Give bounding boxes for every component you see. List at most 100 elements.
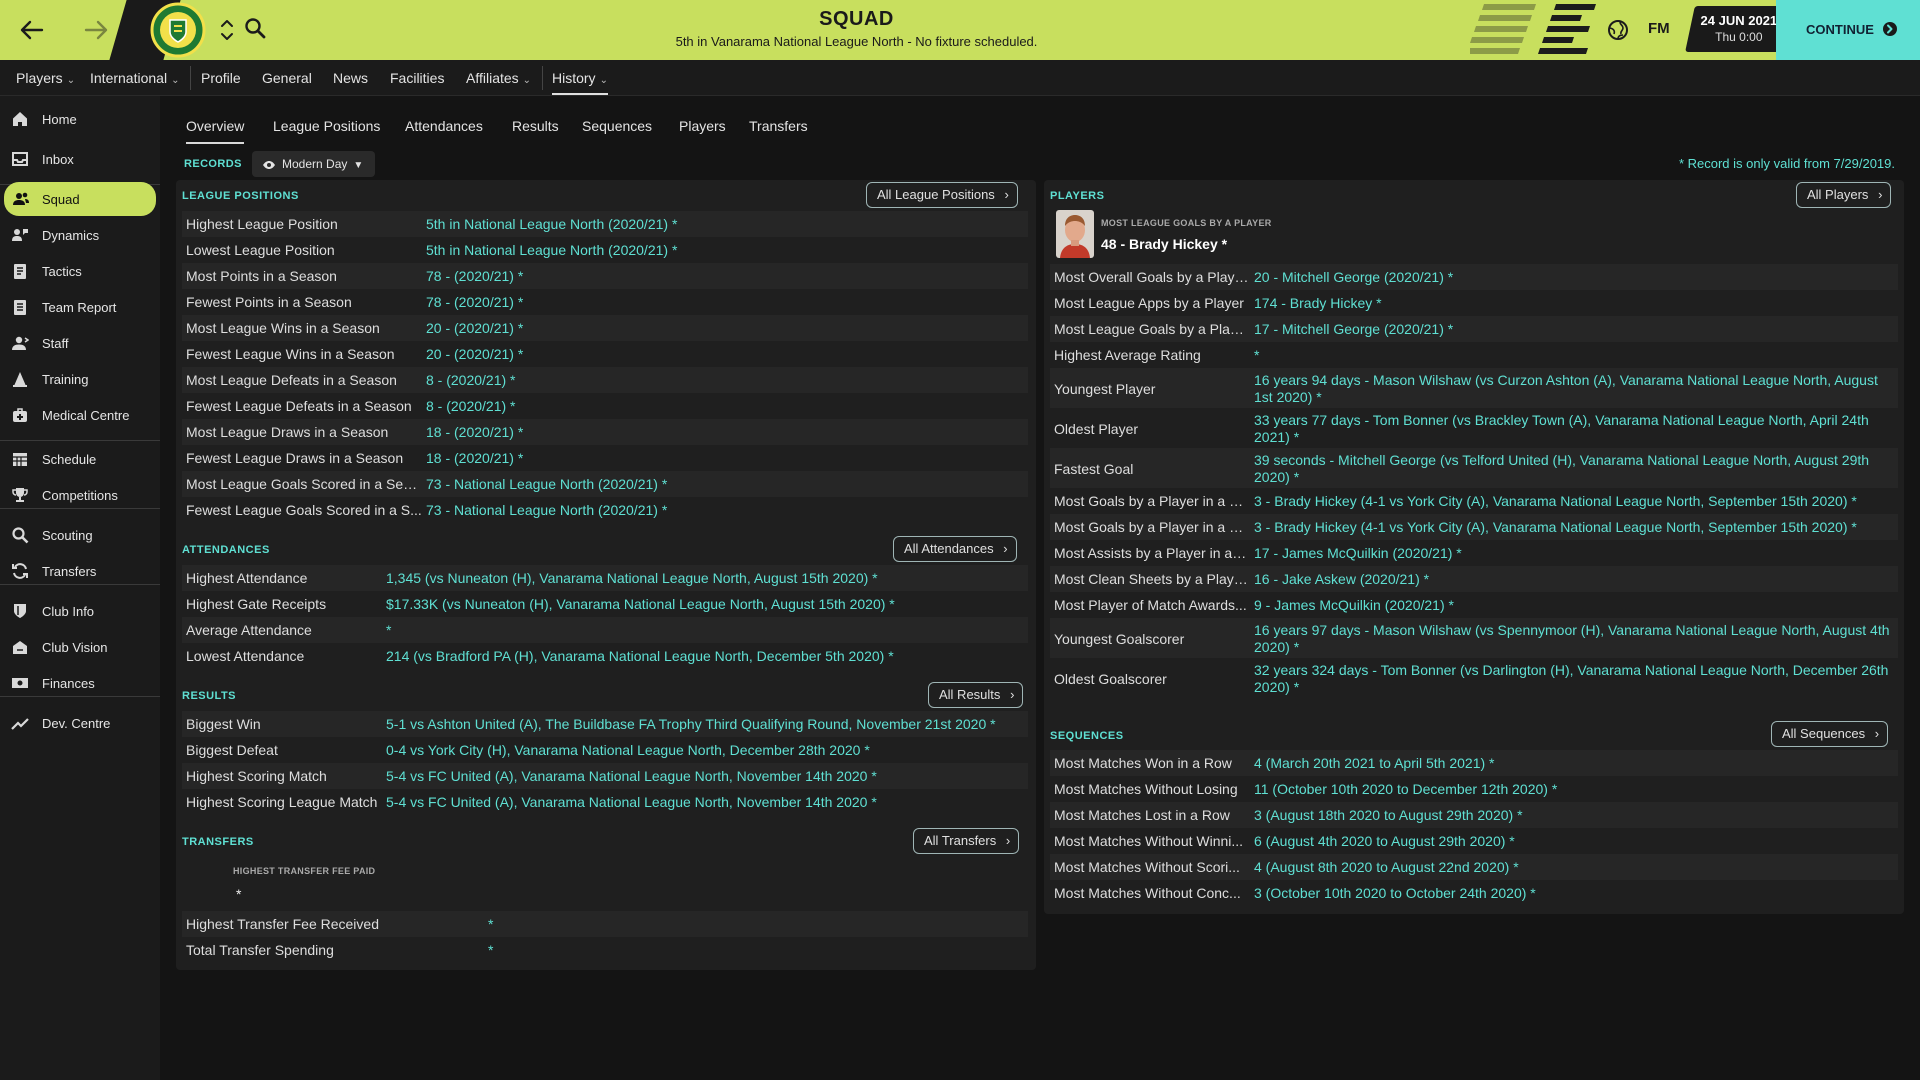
league-position-row-value[interactable]: 73 - National League North (2020/21) * (426, 502, 1024, 518)
league-position-row-value[interactable]: 20 - (2020/21) * (426, 320, 1024, 336)
all-attendances-button[interactable]: All Attendances › (893, 536, 1017, 562)
transfer-row-value[interactable]: * (488, 942, 1024, 958)
sequence-row-value[interactable]: 3 (August 18th 2020 to August 29th 2020)… (1254, 807, 1894, 823)
menu-label: General (262, 70, 312, 86)
sidebar-item-home[interactable]: Home (0, 102, 160, 136)
player-record-row-value[interactable]: 17 - Mitchell George (2020/21) * (1254, 321, 1894, 337)
sidebar-item-label: Transfers (42, 564, 97, 579)
sidebar-item-competitions[interactable]: Competitions (0, 478, 160, 512)
sidebar-item-schedule[interactable]: Schedule (0, 442, 160, 476)
player-record-row-value[interactable]: 39 seconds - Mitchell George (vs Telford… (1254, 452, 1894, 488)
attendance-row-value[interactable]: 1,345 (vs Nuneaton (H), Vanarama Nationa… (386, 570, 1024, 586)
player-record-row: Oldest Goalscorer 32 years 324 days - Tom… (1050, 658, 1898, 698)
player-record-row-value[interactable]: 17 - James McQuilkin (2020/21) * (1254, 545, 1894, 561)
sequence-row-value[interactable]: 11 (October 10th 2020 to December 12th 2… (1254, 781, 1894, 797)
all-league-positions-button[interactable]: All League Positions › (866, 182, 1018, 208)
league-position-row-value[interactable]: 5th in National League North (2020/21) * (426, 242, 1024, 258)
league-position-row-value[interactable]: 8 - (2020/21) * (426, 398, 1024, 414)
sidebar-item-dynamics[interactable]: Dynamics (0, 218, 160, 252)
sidebar-item-label: Competitions (42, 488, 118, 503)
sidebar-item-training[interactable]: Training (0, 362, 160, 396)
all-results-button[interactable]: All Results › (928, 682, 1024, 708)
sidebar-item-medical[interactable]: Medical Centre (0, 398, 160, 432)
globe-icon[interactable] (1606, 18, 1630, 42)
result-row-value[interactable]: 5-4 vs FC United (A), Vanarama National … (386, 794, 1024, 810)
training-icon (11, 370, 29, 388)
menu-international[interactable]: International ⌄ (90, 70, 179, 86)
player-record-row-value[interactable]: 174 - Brady Hickey * (1254, 295, 1894, 311)
league-position-row-value[interactable]: 20 - (2020/21) * (426, 346, 1024, 362)
sidebar-item-finances[interactable]: Finances (0, 666, 160, 700)
player-record-row-value[interactable]: 16 years 94 days - Mason Wilshaw (vs Cur… (1254, 372, 1894, 408)
attendance-row-value[interactable]: 214 (vs Bradford PA (H), Vanarama Nation… (386, 648, 1024, 664)
league-position-row-value[interactable]: 18 - (2020/21) * (426, 424, 1024, 440)
sequence-row-value[interactable]: 4 (March 20th 2021 to April 5th 2021) * (1254, 755, 1894, 771)
league-position-row-value[interactable]: 73 - National League North (2020/21) * (426, 476, 1024, 492)
all-sequences-button[interactable]: All Sequences › (1771, 721, 1889, 747)
player-record-row-value[interactable]: 16 - Jake Askew (2020/21) * (1254, 571, 1894, 587)
menu-profile[interactable]: Profile (201, 70, 241, 86)
sidebar-item-transfers[interactable]: Transfers (0, 554, 160, 588)
sidebar-item-tactics[interactable]: Tactics (0, 254, 160, 288)
all-transfers-button[interactable]: All Transfers › (913, 828, 1020, 854)
sidebar-item-scouting[interactable]: Scouting (0, 518, 160, 552)
tab-overview[interactable]: Overview (186, 118, 245, 144)
tab-transfers[interactable]: Transfers (749, 118, 808, 134)
player-record-row-value[interactable]: 3 - Brady Hickey (4-1 vs York City (A), … (1254, 519, 1894, 535)
menu-history[interactable]: History ⌄ (552, 70, 608, 95)
attendance-row-value[interactable]: * (386, 622, 1024, 638)
player-record-row-value[interactable]: 9 - James McQuilkin (2020/21) * (1254, 597, 1894, 613)
player-record-row-label: Most Overall Goals by a Playe... (1054, 269, 1250, 285)
all-players-button[interactable]: All Players › (1796, 182, 1892, 208)
result-row-value[interactable]: 5-4 vs FC United (A), Vanarama National … (386, 768, 1024, 784)
sidebar-item-dev-centre[interactable]: Dev. Centre (0, 706, 160, 740)
tab-attendances[interactable]: Attendances (405, 118, 483, 134)
sidebar-item-squad[interactable]: Squad (4, 182, 156, 216)
sidebar-item-inbox[interactable]: Inbox (0, 142, 160, 176)
sidebar-item-label: Scouting (42, 528, 93, 543)
league-position-row-label: Most League Wins in a Season (186, 320, 380, 336)
menu-news[interactable]: News (333, 70, 368, 86)
featured-record-value[interactable]: 48 - Brady Hickey * (1101, 236, 1227, 252)
league-position-row-value[interactable]: 78 - (2020/21) * (426, 268, 1024, 284)
sequence-row-value[interactable]: 3 (October 10th 2020 to October 24th 202… (1254, 885, 1894, 901)
sidebar-item-club-vision[interactable]: Club Vision (0, 630, 160, 664)
stripes-decor (1470, 4, 1596, 54)
player-record-row-value[interactable]: * (1254, 347, 1894, 363)
tab-league-positions[interactable]: League Positions (273, 118, 380, 134)
menu-affiliates[interactable]: Affiliates ⌄ (466, 70, 531, 86)
sidebar-item-club-info[interactable]: Club Info (0, 594, 160, 628)
tab-results[interactable]: Results (512, 118, 559, 134)
tab-sequences[interactable]: Sequences (582, 118, 652, 134)
sidebar-item-team-report[interactable]: Team Report (0, 290, 160, 324)
player-record-row-value[interactable]: 33 years 77 days - Tom Bonner (vs Brackl… (1254, 412, 1894, 448)
player-record-row-value[interactable]: 3 - Brady Hickey (4-1 vs York City (A), … (1254, 493, 1894, 509)
page-subtitle: 5th in Vanarama National League North - … (675, 34, 1038, 49)
league-position-row-value[interactable]: 8 - (2020/21) * (426, 372, 1024, 388)
player-record-row-value[interactable]: 20 - Mitchell George (2020/21) * (1254, 269, 1894, 285)
attendance-row-value[interactable]: $17.33K (vs Nuneaton (H), Vanarama Natio… (386, 596, 1024, 612)
sequence-row: Most Matches Without Scori... 4 (August 8… (1050, 854, 1898, 880)
attendance-row-label: Lowest Attendance (186, 648, 305, 664)
tab-players[interactable]: Players (679, 118, 726, 134)
transfer-row-value[interactable]: * (488, 916, 1024, 932)
sequence-row-value[interactable]: 4 (August 8th 2020 to August 22nd 2020) … (1254, 859, 1894, 875)
period-filter-dropdown[interactable]: Modern Day ▼ (252, 151, 376, 177)
sidebar-item-staff[interactable]: Staff (0, 326, 160, 360)
league-position-row-value[interactable]: 5th in National League North (2020/21) * (426, 216, 1024, 232)
result-row-value[interactable]: 0-4 vs York City (H), Vanarama National … (386, 742, 1024, 758)
league-position-row-value[interactable]: 78 - (2020/21) * (426, 294, 1024, 310)
sequence-row-value[interactable]: 6 (August 4th 2020 to August 29th 2020) … (1254, 833, 1894, 849)
league-position-row-value[interactable]: 18 - (2020/21) * (426, 450, 1024, 466)
calendar-icon (11, 450, 29, 468)
menu-general[interactable]: General (262, 70, 312, 86)
fm-logo[interactable]: FM (1648, 20, 1670, 37)
continue-arrow-icon (1882, 21, 1898, 37)
menu-facilities[interactable]: Facilities (390, 70, 444, 86)
menu-players[interactable]: Players ⌄ (16, 70, 75, 86)
player-portrait[interactable] (1056, 210, 1094, 258)
player-record-row-value[interactable]: 32 years 324 days - Tom Bonner (vs Darli… (1254, 662, 1894, 698)
player-record-row-value[interactable]: 16 years 97 days - Mason Wilshaw (vs Spe… (1254, 622, 1894, 658)
continue-button[interactable]: CONTINUE (1776, 0, 1920, 60)
result-row-value[interactable]: 5-1 vs Ashton United (A), The Buildbase … (386, 716, 1024, 732)
